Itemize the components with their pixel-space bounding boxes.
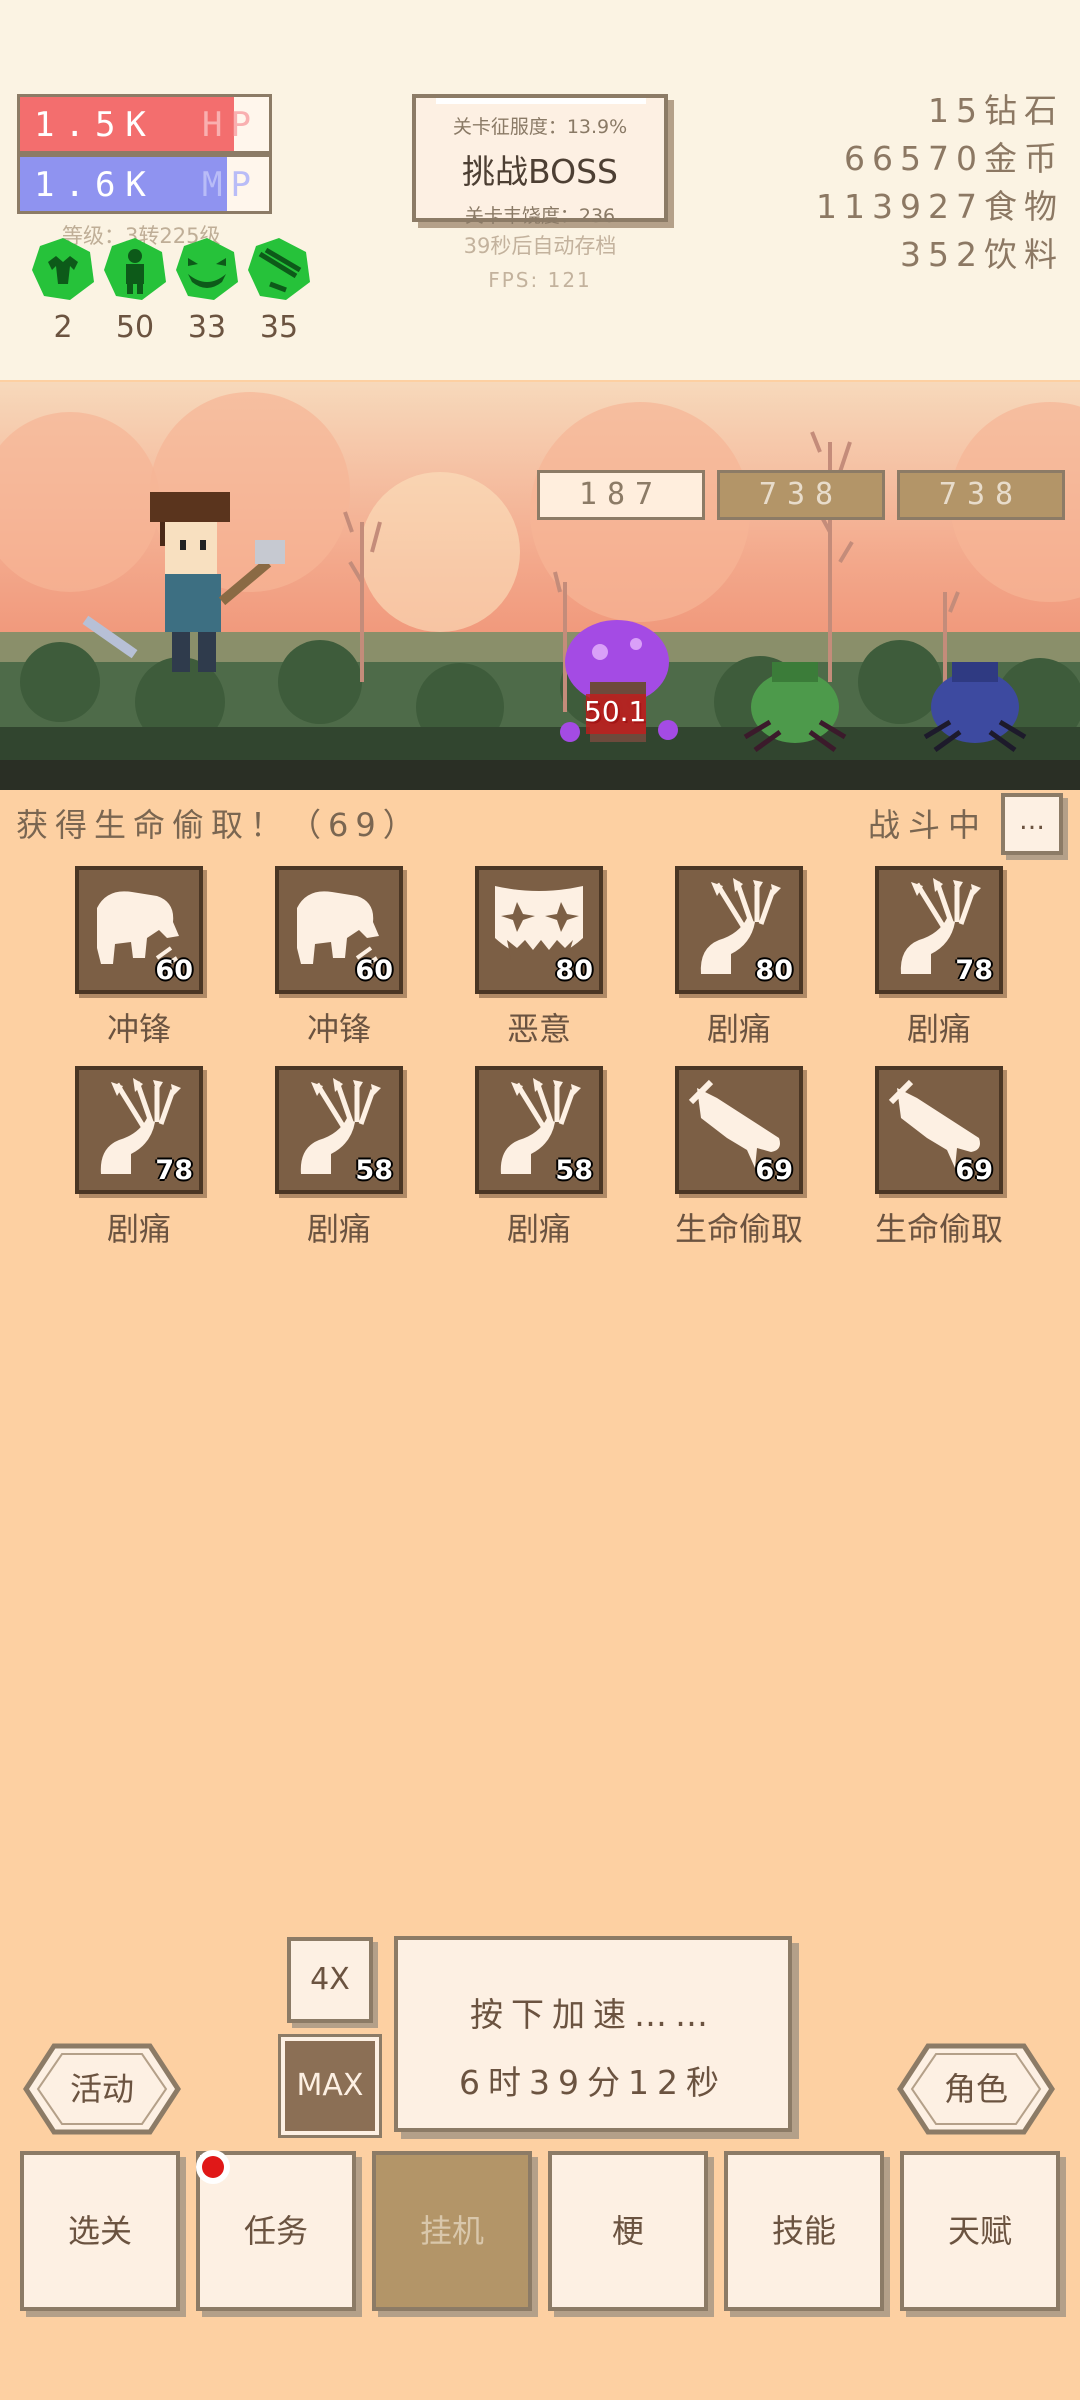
skill-level: 78: [155, 1155, 193, 1186]
skill-level: 60: [355, 955, 393, 986]
hp-bar: 1.5K HP: [17, 94, 272, 154]
agony-icon: 58: [275, 1066, 403, 1194]
buff-count: 33: [187, 310, 227, 345]
arrow-hit-icon[interactable]: [246, 236, 312, 302]
challenge-boss-label: 挑战BOSS: [462, 152, 618, 191]
enemy-hp-box-3: 738: [897, 470, 1065, 520]
accelerate-panel[interactable]: 按下加速…… 6时39分12秒: [394, 1936, 792, 2132]
malice-icon: 80: [475, 866, 603, 994]
skill-level: 80: [755, 955, 793, 986]
mp-label: MP: [202, 165, 259, 205]
skill-level: 69: [755, 1155, 793, 1186]
mp-value: 1.6K: [34, 165, 156, 205]
skill-level: 58: [555, 1155, 593, 1186]
skill-slot[interactable]: 60 冲锋: [275, 866, 407, 1050]
skill-slot[interactable]: 78 剧痛: [75, 1066, 207, 1250]
buff-count: 35: [259, 310, 299, 345]
skill-level: 69: [955, 1155, 993, 1186]
nav-idle[interactable]: 挂机: [372, 2151, 532, 2311]
enemy-hp-box-1: 187: [537, 470, 705, 520]
skill-name: 恶意: [506, 1010, 571, 1048]
skill-slot[interactable]: 58 剧痛: [275, 1066, 407, 1250]
agony-icon: 80: [675, 866, 803, 994]
hp-value: 1.5K: [34, 105, 156, 145]
armored-figure-icon[interactable]: [102, 236, 168, 302]
skill-slot[interactable]: 78 剧痛: [875, 866, 1007, 1050]
accelerate-hint: 按下加速……: [470, 1995, 716, 2034]
buff-count: 50: [115, 310, 155, 345]
skill-slot[interactable]: 80 恶意: [475, 866, 607, 1050]
character-button[interactable]: 角色: [896, 2042, 1056, 2136]
character-label: 角色: [943, 2070, 1008, 2108]
skill-name: 剧痛: [506, 1210, 571, 1248]
muscle-icon[interactable]: [30, 236, 96, 302]
skill-slot[interactable]: 58 剧痛: [475, 1066, 607, 1250]
agony-icon: 78: [75, 1066, 203, 1194]
hp-label: HP: [202, 105, 259, 145]
skill-name: 剧痛: [306, 1210, 371, 1248]
drink-count: 352饮料: [900, 235, 1064, 274]
activity-label: 活动: [69, 2070, 134, 2108]
battle-status: 战斗中: [868, 806, 989, 844]
gold-count: 66570金币: [844, 139, 1064, 178]
diamond-count: 15钻石: [928, 91, 1064, 130]
fps-counter: FPS: 121: [488, 268, 592, 292]
grinning-face-icon[interactable]: [174, 236, 240, 302]
food-count: 113927食物: [816, 187, 1064, 226]
skill-level: 80: [555, 955, 593, 986]
challenge-boss-button[interactable]: 关卡征服度：13.9% 挑战BOSS 关卡丰饶度：236: [412, 94, 668, 227]
autosave-text: 39秒后自动存档: [463, 234, 617, 258]
skill-slot[interactable]: 69 生命偷取: [875, 1066, 1007, 1250]
mp-bar: 1.6K MP: [17, 154, 272, 214]
skill-slot[interactable]: 69 生命偷取: [675, 1066, 807, 1250]
skill-level: 78: [955, 955, 993, 986]
skill-name: 剧痛: [906, 1010, 971, 1048]
skill-name: 剧痛: [706, 1010, 771, 1048]
nav-select-level[interactable]: 选关: [20, 2151, 180, 2311]
skill-name: 冲锋: [106, 1010, 171, 1048]
nav-memes[interactable]: 梗: [548, 2151, 708, 2311]
agony-icon: 58: [475, 1066, 603, 1194]
nav-talents[interactable]: 天赋: [900, 2151, 1060, 2311]
skill-name: 生命偷取: [874, 1210, 1003, 1248]
accelerate-time: 6时39分12秒: [459, 2063, 727, 2102]
lifesteal-icon: 69: [675, 1066, 803, 1194]
skill-slot[interactable]: 80 剧痛: [675, 866, 807, 1050]
skill-name: 生命偷取: [674, 1210, 803, 1248]
lifesteal-icon: 69: [875, 1066, 1003, 1194]
nav-skills[interactable]: 技能: [724, 2151, 884, 2311]
charge-icon: 60: [275, 866, 403, 994]
speed-4x-button[interactable]: 4X: [287, 1937, 373, 2023]
buff-count: 2: [53, 310, 73, 345]
activity-button[interactable]: 活动: [22, 2042, 182, 2136]
battle-scene: [0, 382, 1080, 790]
speed-max-button[interactable]: MAX: [281, 2037, 379, 2135]
battle-log: 获得生命偷取！（69）: [16, 806, 422, 844]
skill-name: 冲锋: [306, 1010, 371, 1048]
notification-badge: [196, 2150, 230, 2184]
enemy-hp-box-2: 738: [717, 470, 885, 520]
charge-icon: 60: [75, 866, 203, 994]
skill-name: 剧痛: [106, 1210, 171, 1248]
skill-level: 60: [155, 955, 193, 986]
skill-slot[interactable]: 60 冲锋: [75, 866, 207, 1050]
boss-progress-strip: [436, 98, 646, 104]
skill-level: 58: [355, 1155, 393, 1186]
agony-icon: 78: [875, 866, 1003, 994]
conquest-progress: 关卡征服度：13.9%: [452, 116, 628, 138]
more-button[interactable]: …: [1001, 793, 1063, 855]
damage-popup: 50.1: [584, 695, 647, 728]
richness-text: 关卡丰饶度：236: [464, 205, 616, 227]
